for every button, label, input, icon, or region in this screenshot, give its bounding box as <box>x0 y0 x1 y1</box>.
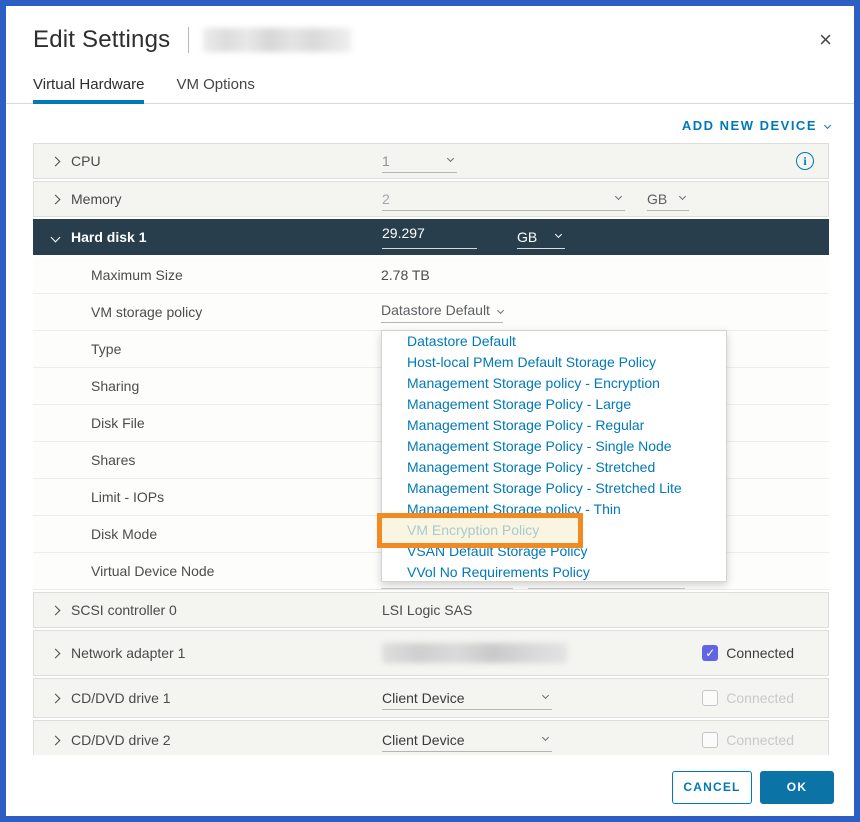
dropdown-item[interactable]: VVol No Requirements Policy <box>382 562 726 583</box>
chevron-down-icon <box>679 193 686 200</box>
dropdown-item-vm-encryption-policy[interactable]: VM Encryption Policy <box>382 520 726 541</box>
tab-virtual-hardware[interactable]: Virtual Hardware <box>33 76 144 103</box>
chevron-down-icon <box>542 734 549 741</box>
chevron-down-icon <box>824 122 831 129</box>
storage-policy-dropdown: Datastore Default Host-local PMem Defaul… <box>381 330 727 582</box>
cpu-label: CPU <box>71 153 101 169</box>
cd-dvd-1-source-select[interactable]: Client Device <box>382 686 552 710</box>
row-memory[interactable]: Memory 2 GB <box>33 181 829 217</box>
row-hard-disk-1[interactable]: Hard disk 1 29.297 GB <box>33 219 829 255</box>
cpu-count-select[interactable]: 1 <box>382 149 457 173</box>
chevron-right-icon <box>51 693 61 703</box>
tab-bar: Virtual Hardware VM Options <box>6 76 854 104</box>
chevron-right-icon <box>51 648 61 658</box>
scsi-controller-value: LSI Logic SAS <box>382 602 472 618</box>
vm-storage-policy-select[interactable]: Datastore Default <box>381 302 503 323</box>
chevron-down-icon <box>615 193 622 200</box>
close-icon[interactable]: × <box>819 30 832 50</box>
connected-label: Connected <box>726 732 794 748</box>
chevron-down-icon <box>555 231 562 238</box>
maximum-size-value: 2.78 TB <box>381 267 430 283</box>
chevron-right-icon <box>51 735 61 745</box>
hard-disk-label: Hard disk 1 <box>71 229 146 245</box>
connected-label: Connected <box>726 690 794 706</box>
chevron-down-icon <box>497 306 504 313</box>
row-scsi-controller[interactable]: SCSI controller 0 LSI Logic SAS <box>33 592 829 628</box>
chevron-right-icon <box>51 156 61 166</box>
dropdown-item[interactable]: Host-local PMem Default Storage Policy <box>382 352 726 373</box>
disk-size-input[interactable]: 29.297 <box>382 225 477 249</box>
row-vm-storage-policy: VM storage policy Datastore Default <box>33 294 829 331</box>
chevron-down-icon <box>51 232 61 242</box>
dropdown-item[interactable]: Management Storage Policy - Stretched <box>382 457 726 478</box>
network-name-redacted <box>382 643 567 663</box>
chevron-right-icon <box>51 194 61 204</box>
dropdown-item[interactable]: Management Storage Policy - Large <box>382 394 726 415</box>
ok-button[interactable]: OK <box>760 771 834 804</box>
dropdown-item[interactable]: Management Storage policy - Encryption <box>382 373 726 394</box>
row-cd-dvd-1[interactable]: CD/DVD drive 1 Client Device Connected <box>33 678 829 718</box>
memory-label: Memory <box>71 191 122 207</box>
dialog-footer: CANCEL OK <box>6 758 854 816</box>
memory-size-select[interactable]: 2 <box>382 187 625 211</box>
dropdown-item[interactable]: Datastore Default <box>382 331 726 352</box>
dropdown-item[interactable]: Management Storage Policy - Regular <box>382 415 726 436</box>
cancel-button[interactable]: CANCEL <box>672 771 752 804</box>
add-new-device-button[interactable]: ADD NEW DEVICE <box>682 118 830 133</box>
chevron-down-icon <box>447 155 454 162</box>
dropdown-item[interactable]: Management Storage policy - Thin <box>382 499 726 520</box>
tab-vm-options[interactable]: VM Options <box>176 76 254 103</box>
vm-name-redacted <box>203 28 351 52</box>
dropdown-item[interactable]: Management Storage Policy - Stretched Li… <box>382 478 726 499</box>
row-network-adapter[interactable]: Network adapter 1 ✓ Connected <box>33 630 829 676</box>
info-icon[interactable]: i <box>796 152 814 170</box>
connected-checkbox[interactable]: ✓ <box>702 645 718 661</box>
disk-unit-select[interactable]: GB <box>517 225 565 249</box>
chevron-right-icon <box>51 605 61 615</box>
row-maximum-size: Maximum Size 2.78 TB <box>33 257 829 294</box>
connected-checkbox-disabled[interactable] <box>702 732 718 748</box>
memory-unit-select[interactable]: GB <box>647 187 689 211</box>
page-title: Edit Settings <box>33 26 170 54</box>
edit-settings-dialog: Edit Settings × Virtual Hardware VM Opti… <box>0 0 860 822</box>
chevron-down-icon <box>542 692 549 699</box>
cd-dvd-2-source-select[interactable]: Client Device <box>382 728 552 752</box>
dialog-header: Edit Settings × <box>6 6 854 54</box>
dropdown-item[interactable]: Management Storage Policy - Single Node <box>382 436 726 457</box>
row-cd-dvd-2[interactable]: CD/DVD drive 2 Client Device Connected <box>33 720 829 755</box>
connected-checkbox-disabled[interactable] <box>702 690 718 706</box>
connected-label: Connected <box>726 645 794 661</box>
title-divider <box>188 27 189 53</box>
dropdown-item[interactable]: VSAN Default Storage Policy <box>382 541 726 562</box>
row-cpu[interactable]: CPU 1 i <box>33 143 829 179</box>
